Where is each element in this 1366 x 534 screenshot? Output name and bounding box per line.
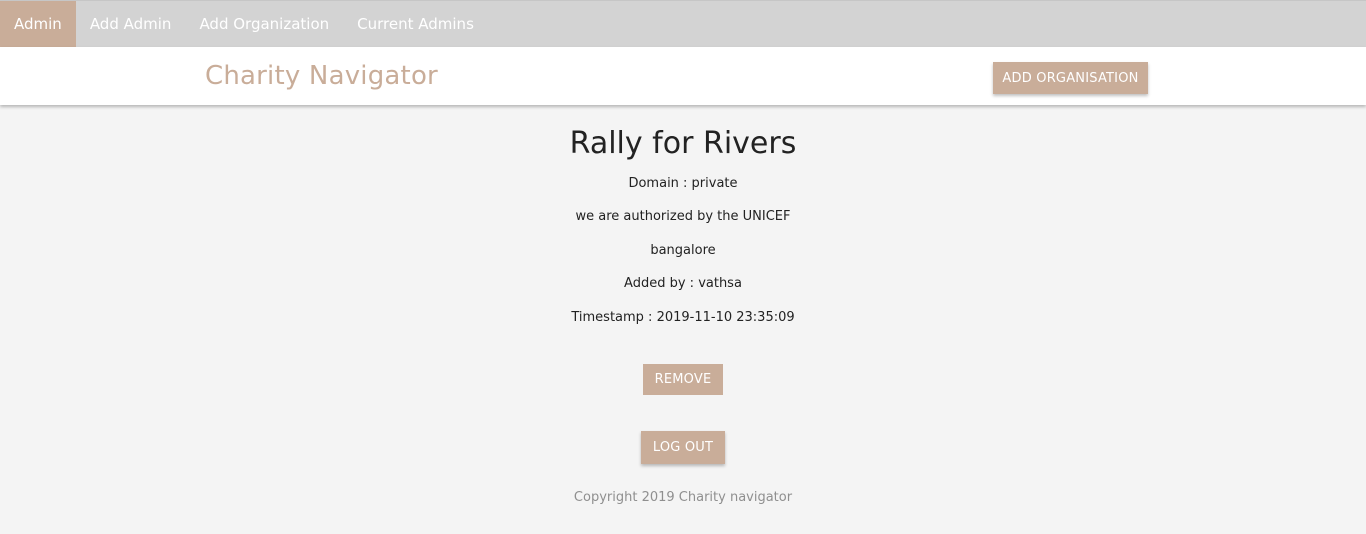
- tab-admin[interactable]: Admin: [0, 1, 76, 47]
- brand-title[interactable]: Charity Navigator: [205, 61, 438, 91]
- organization-name: Rally for Rivers: [569, 126, 797, 161]
- organization-timestamp: Timestamp : 2019-11-10 23:35:09: [571, 310, 795, 325]
- tab-add-admin[interactable]: Add Admin: [76, 1, 186, 47]
- logout-button[interactable]: LOG OUT: [641, 431, 725, 464]
- organization-added-by: Added by : vathsa: [624, 276, 742, 291]
- remove-button[interactable]: REMOVE: [643, 364, 723, 395]
- footer-copyright: Copyright 2019 Charity navigator: [573, 490, 793, 505]
- organization-domain: Domain : private: [628, 176, 738, 191]
- tab-current-admins[interactable]: Current Admins: [343, 1, 488, 47]
- tab-add-organization[interactable]: Add Organization: [185, 1, 343, 47]
- organization-description: we are authorized by the UNICEF: [575, 209, 791, 224]
- organization-location: bangalore: [650, 243, 716, 258]
- header-bar: Charity Navigator ADD ORGANISATION: [0, 47, 1366, 105]
- top-nav: Admin Add Admin Add Organization Current…: [0, 0, 1366, 47]
- add-organisation-button[interactable]: ADD ORGANISATION: [993, 62, 1148, 94]
